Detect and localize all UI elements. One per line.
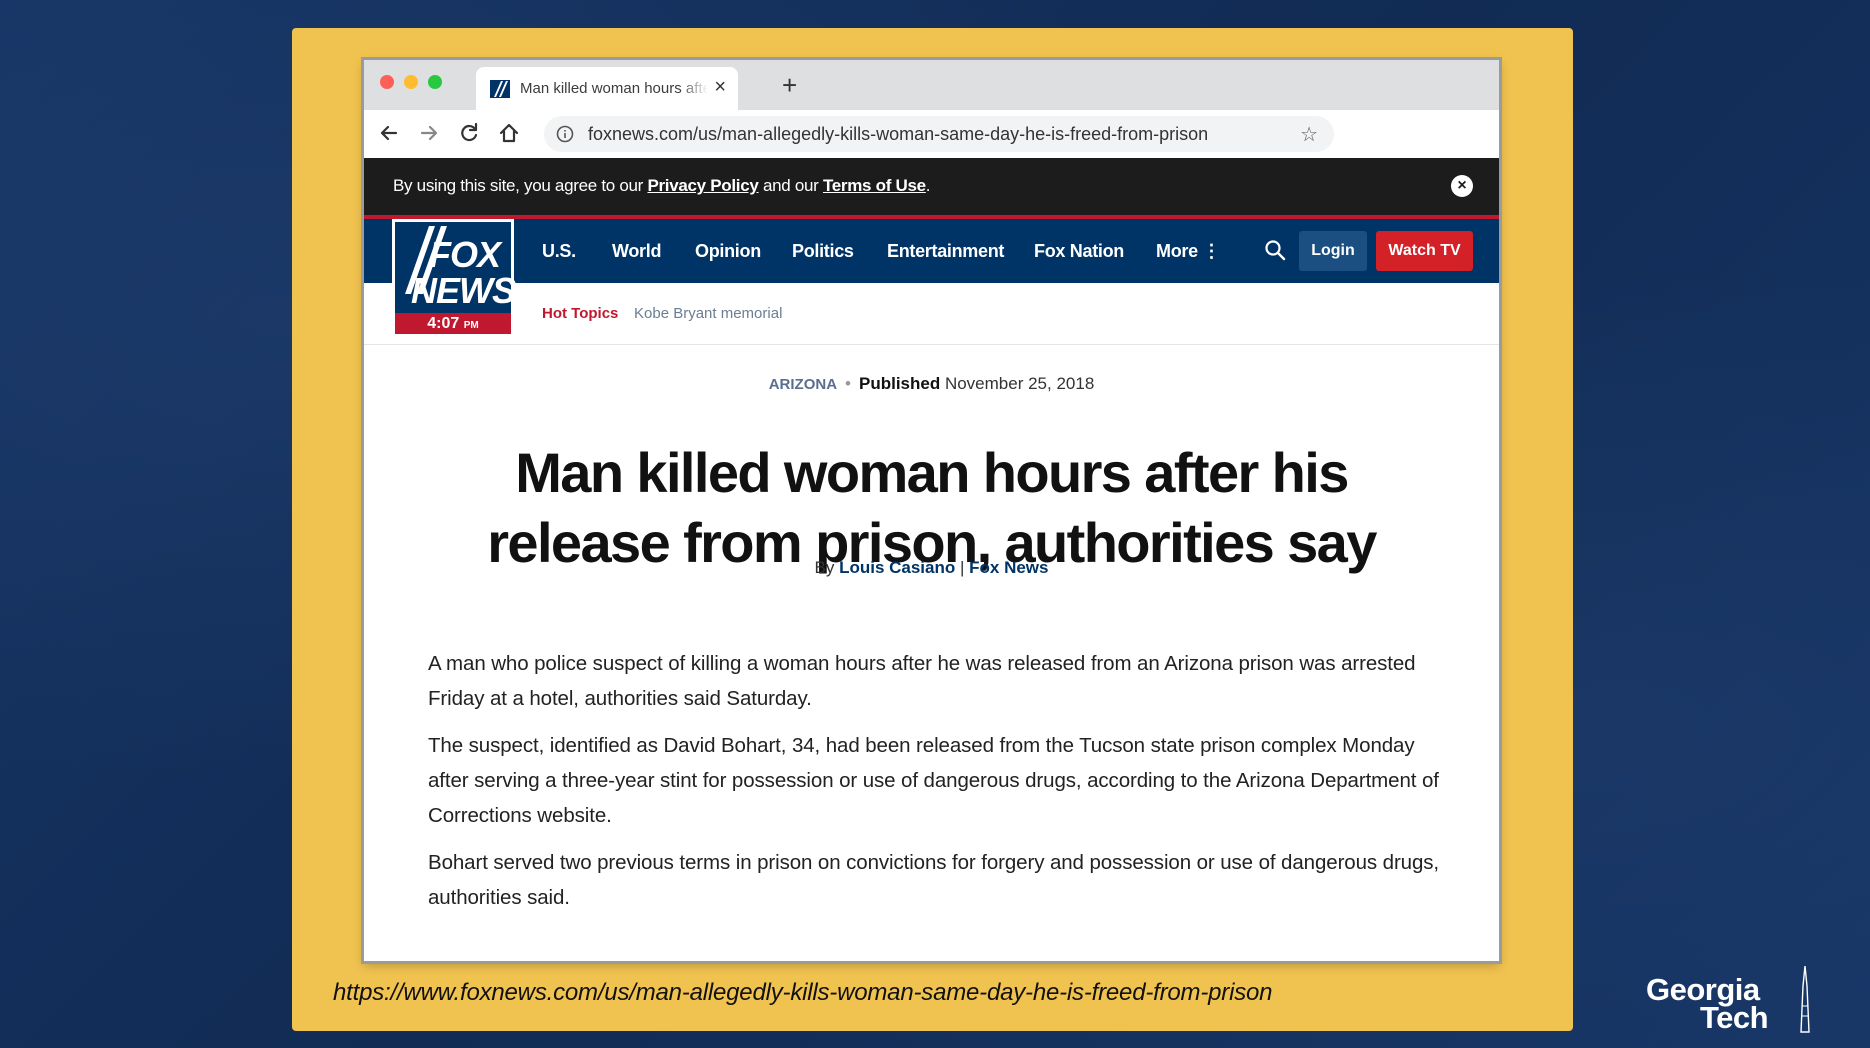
back-arrow-icon[interactable] (374, 118, 404, 148)
article-body: A man who police suspect of killing a wo… (428, 646, 1448, 927)
outlet-link[interactable]: Fox News (969, 558, 1048, 577)
meta-separator: • (845, 374, 851, 393)
cookie-suffix: . (925, 176, 931, 195)
published-label: Published (858, 374, 941, 393)
article-meta: ARIZONA • Published November 25, 2018 (364, 374, 1499, 394)
fox-favicon-icon (490, 80, 510, 98)
browser-window: Man killed woman hours after his × + fox… (364, 60, 1499, 961)
tab-close-icon[interactable]: × (714, 76, 726, 99)
close-window-button[interactable] (380, 75, 394, 89)
tech-tower-icon (1800, 966, 1810, 1033)
nav-item-more[interactable]: More ⋮ (1156, 241, 1221, 262)
article-headline: Man killed woman hours after his release… (487, 440, 1377, 574)
search-icon[interactable] (1264, 239, 1286, 261)
cookie-middle: and our (758, 176, 823, 195)
address-bar[interactable]: foxnews.com/us/man-allegedly-kills-woman… (544, 116, 1334, 152)
article-category[interactable]: ARIZONA (769, 376, 837, 393)
byline-separator: | (955, 558, 970, 577)
fox-news-logo[interactable]: FOX NEWS 4:07 PM (392, 219, 516, 337)
cookie-banner-text: By using this site, you agree to our Pri… (393, 176, 931, 196)
source-url-caption: https://www.foxnews.com/us/man-allegedly… (333, 979, 1273, 1006)
cookie-banner: By using this site, you agree to our Pri… (364, 158, 1499, 219)
article-paragraph: The suspect, identified as David Bohart,… (428, 734, 1439, 827)
info-icon[interactable] (556, 125, 574, 143)
nav-item-fox-nation[interactable]: Fox Nation (1034, 241, 1124, 262)
forward-arrow-icon[interactable] (414, 118, 444, 148)
georgia-tech-logo: Georgia Tech (1646, 960, 1831, 1040)
logo-news-text: NEWS (411, 270, 516, 311)
url-text[interactable]: foxnews.com/us/man-allegedly-kills-woman… (588, 124, 1208, 145)
bookmark-star-icon[interactable]: ☆ (1300, 122, 1318, 147)
maximize-window-button[interactable] (428, 75, 442, 89)
article-paragraph: Bohart served two previous terms in pris… (428, 851, 1440, 909)
new-tab-button[interactable]: + (782, 70, 797, 101)
tab-title: Man killed woman hours after his (520, 80, 708, 97)
login-button[interactable]: Login (1299, 231, 1367, 271)
gt-logo-line2: Tech (1700, 1000, 1769, 1035)
cookie-prefix: By using this site, you agree to our (393, 176, 648, 195)
nav-item-us[interactable]: U.S. (542, 241, 576, 262)
tab-strip: Man killed woman hours after his × + (364, 60, 1499, 110)
nav-item-politics[interactable]: Politics (792, 241, 854, 262)
privacy-policy-link[interactable]: Privacy Policy (647, 176, 758, 195)
byline-prefix: By (814, 558, 840, 577)
hot-topics-bar: Hot Topics Kobe Bryant memorial (364, 283, 1499, 345)
browser-tab[interactable]: Man killed woman hours after his × (476, 67, 738, 110)
minimize-window-button[interactable] (404, 75, 418, 89)
site-navigation: U.S. World Opinion Politics Entertainmen… (364, 219, 1499, 283)
watch-tv-button[interactable]: Watch TV (1376, 231, 1473, 271)
nav-item-entertainment[interactable]: Entertainment (887, 241, 1004, 262)
logo-clock: 4:07 PM (395, 313, 511, 334)
article-byline: By Louis Casiano | Fox News (364, 558, 1499, 578)
terms-of-use-link[interactable]: Terms of Use (823, 176, 926, 195)
published-date: November 25, 2018 (944, 374, 1095, 393)
article-paragraph: A man who police suspect of killing a wo… (428, 652, 1416, 710)
home-icon[interactable] (494, 118, 524, 148)
hot-topics-label: Hot Topics (542, 305, 619, 322)
logo-ampm: PM (463, 320, 479, 331)
hot-topic-link[interactable]: Kobe Bryant memorial (634, 305, 782, 322)
nav-item-world[interactable]: World (612, 241, 661, 262)
cookie-close-icon[interactable]: × (1451, 175, 1473, 197)
author-link[interactable]: Louis Casiano (839, 558, 955, 577)
logo-time: 4:07 (427, 315, 460, 332)
reload-icon[interactable] (454, 118, 484, 148)
browser-toolbar: foxnews.com/us/man-allegedly-kills-woman… (364, 110, 1499, 158)
nav-item-opinion[interactable]: Opinion (695, 241, 761, 262)
